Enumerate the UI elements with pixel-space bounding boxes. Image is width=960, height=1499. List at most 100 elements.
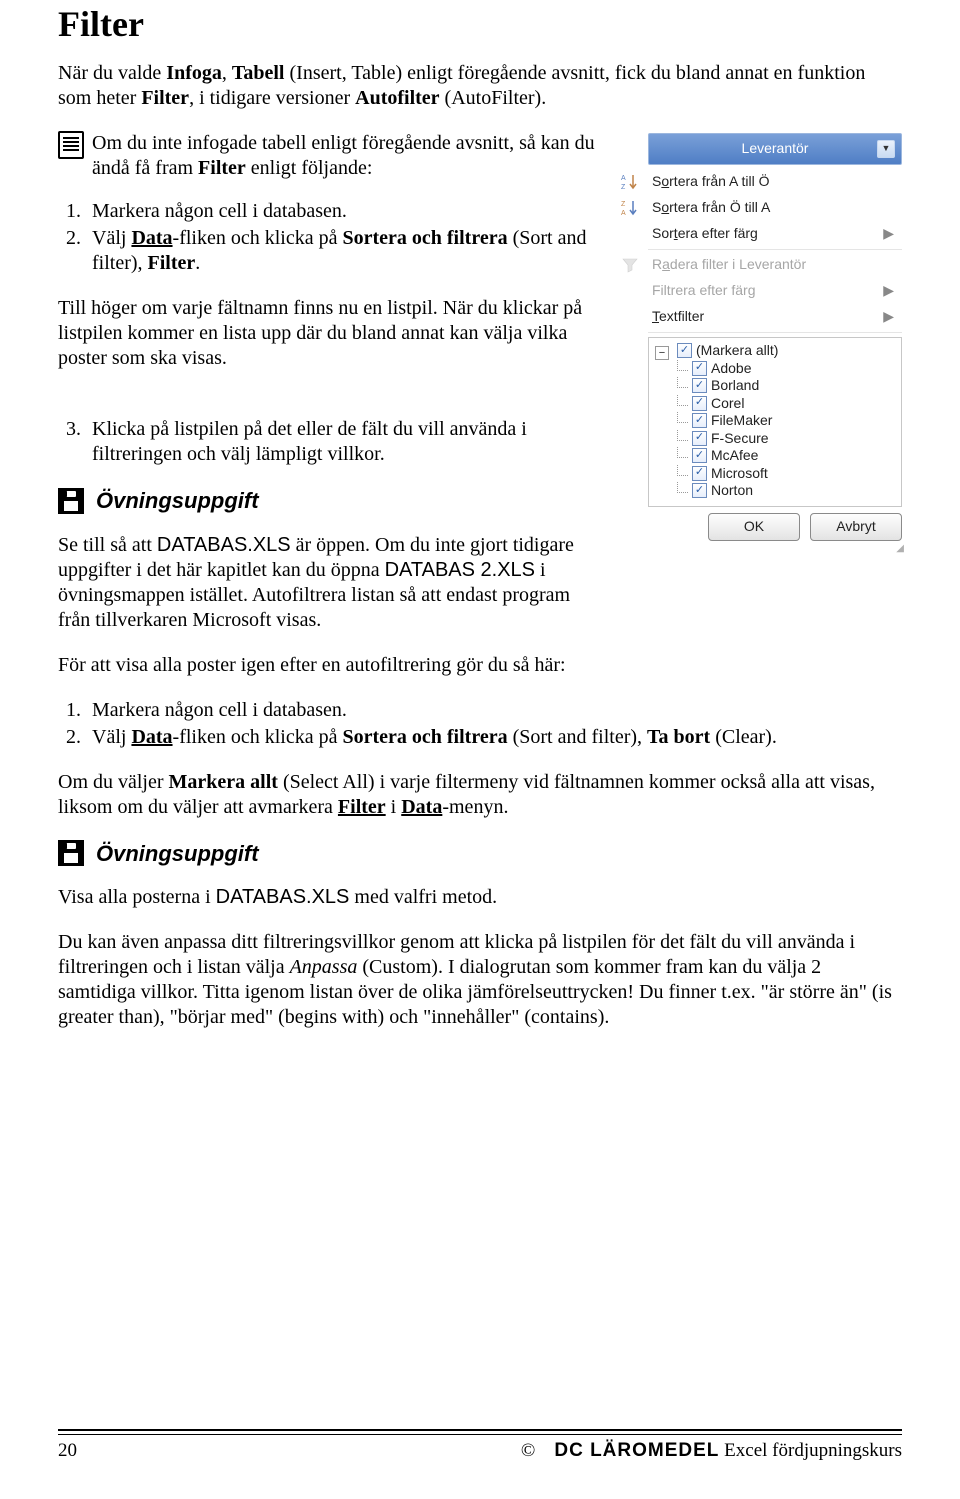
checkbox-item[interactable]: ✓ F-Secure	[673, 430, 895, 448]
text: Data	[401, 796, 442, 818]
checkbox-label: Adobe	[711, 360, 751, 378]
checkbox-item[interactable]: ✓ Adobe	[673, 360, 895, 378]
text: (Sort and filter),	[508, 726, 647, 748]
submenu-arrow-icon: ▶	[883, 282, 894, 300]
checkbox-icon[interactable]: ✓	[692, 448, 707, 463]
text: Markera någon cell i databasen.	[92, 200, 347, 222]
text: Visa alla posterna i	[58, 886, 216, 908]
exercise-heading: Övningsuppgift	[58, 840, 902, 868]
paragraph: Om du väljer Markera allt (Select All) i…	[58, 770, 902, 820]
checkbox-label: Corel	[711, 395, 744, 413]
svg-text:A: A	[621, 175, 626, 182]
text: Välj	[92, 227, 131, 249]
paragraph: Till höger om varje fältnamn finns nu en…	[58, 296, 600, 371]
text: Klicka på listpilen på det eller de fält…	[92, 418, 527, 465]
menu-item-clear-filter: Radera filter i Leverantör	[612, 252, 902, 278]
steps-list-2: Markera någon cell i databasen. Välj Dat…	[58, 698, 902, 750]
text: Sortera och filtrera	[342, 726, 507, 748]
text: Om du väljer	[58, 771, 169, 793]
exercise-heading: Övningsuppgift	[58, 487, 600, 515]
svg-text:A: A	[621, 210, 626, 217]
text: Markera allt	[169, 771, 278, 793]
column-header[interactable]: Leverantör ▼	[648, 133, 902, 165]
checkbox-select-all[interactable]: ✓ (Markera allt)	[673, 342, 895, 360]
checkbox-label: Norton	[711, 482, 753, 500]
note-icon	[58, 131, 84, 159]
tree-collapse-icon[interactable]: −	[655, 346, 669, 360]
checkbox-icon[interactable]: ✓	[692, 483, 707, 498]
sort-filter-menu: AZ Sortera från A till Ö ZA Sortera från…	[612, 169, 902, 333]
exercise-paragraph: Visa alla posterna i DATABAS.XLS med val…	[58, 885, 902, 910]
cancel-button[interactable]: Avbryt	[810, 513, 902, 541]
checkbox-icon[interactable]: ✓	[692, 396, 707, 411]
exercise-label: Övningsuppgift	[96, 487, 259, 515]
checkbox-item[interactable]: ✓ FileMaker	[673, 412, 895, 430]
menu-item-label: Filtrera efter färg	[652, 282, 875, 300]
footer-course: Excel fördjupningskurs	[719, 1440, 902, 1461]
list-item: Välj Data-fliken och klicka på Sortera o…	[86, 725, 902, 750]
text: -fliken och klicka på	[173, 227, 343, 249]
text: Filter	[148, 252, 196, 274]
checkbox-item[interactable]: ✓ McAfee	[673, 447, 895, 465]
page-footer: 20 © DC LÄROMEDEL Excel fördjupningskurs	[58, 1429, 902, 1463]
text: ,	[222, 62, 232, 84]
text: Filter	[141, 87, 189, 109]
checkbox-label: McAfee	[711, 447, 758, 465]
text: Filter	[198, 157, 246, 179]
text: Anpassa	[290, 956, 358, 978]
text: Data	[131, 726, 172, 748]
menu-item-label: Textfilter	[652, 308, 875, 326]
checkbox-label: F-Secure	[711, 430, 769, 448]
checkbox-icon[interactable]: ✓	[692, 413, 707, 428]
menu-item-sort-asc[interactable]: AZ Sortera från A till Ö	[612, 169, 902, 195]
checkbox-icon[interactable]: ✓	[692, 361, 707, 376]
text: DATABAS 2.XLS	[385, 559, 535, 581]
menu-item-sort-desc[interactable]: ZA Sortera från Ö till A	[612, 195, 902, 221]
menu-item-label: Sortera från A till Ö	[652, 173, 898, 191]
copyright-symbol: ©	[521, 1440, 535, 1461]
checkbox-label: FileMaker	[711, 412, 772, 430]
paragraph: För att visa alla poster igen efter en a…	[58, 653, 902, 678]
menu-item-text-filter[interactable]: Textfilter ▶	[612, 304, 902, 330]
tree-items: ✓ (Markera allt) ✓Adobe ✓Borland ✓Corel …	[673, 342, 895, 500]
text: Infoga	[166, 62, 222, 84]
dropdown-arrow-icon[interactable]: ▼	[877, 140, 895, 158]
checkbox-item[interactable]: ✓ Corel	[673, 395, 895, 413]
checkbox-item[interactable]: ✓ Microsoft	[673, 465, 895, 483]
list-item: Markera någon cell i databasen.	[86, 199, 600, 224]
submenu-arrow-icon: ▶	[883, 225, 894, 243]
resize-grip-icon[interactable]: ◢	[648, 543, 902, 556]
checkbox-icon[interactable]: ✓	[692, 466, 707, 481]
list-item: Markera någon cell i databasen.	[86, 698, 902, 723]
checkbox-item[interactable]: ✓ Norton	[673, 482, 895, 500]
text: DATABAS.XLS	[216, 886, 350, 908]
checkbox-icon[interactable]: ✓	[692, 431, 707, 446]
menu-item-sort-by-color[interactable]: Sortera efter färg ▶	[612, 221, 902, 247]
ok-button[interactable]: OK	[708, 513, 800, 541]
text: Autofilter	[355, 87, 439, 109]
menu-separator	[648, 332, 902, 333]
sort-desc-icon: ZA	[616, 198, 644, 218]
steps-list-1: Markera någon cell i databasen. Välj Dat…	[58, 199, 600, 276]
dialog-button-row: OK Avbryt	[648, 513, 902, 541]
checkbox-label: Microsoft	[711, 465, 768, 483]
text: , i tidigare versioner	[189, 87, 355, 109]
svg-text:Z: Z	[621, 201, 626, 208]
footer-brand: DC LÄROMEDEL	[554, 1440, 719, 1461]
page-title: Filter	[58, 0, 902, 47]
list-item: Välj Data-fliken och klicka på Sortera o…	[86, 226, 600, 276]
text: -menyn.	[442, 796, 508, 818]
text: DATABAS.XLS	[157, 534, 291, 556]
funnel-clear-icon	[616, 257, 644, 273]
checkbox-item[interactable]: ✓Borland	[673, 377, 895, 395]
text: Markera någon cell i databasen.	[92, 699, 347, 721]
text: Filter	[338, 796, 386, 818]
steps-list-1b: Klicka på listpilen på det eller de fält…	[58, 417, 600, 467]
text: med valfri metod.	[349, 886, 497, 908]
filter-checklist[interactable]: − ✓ (Markera allt) ✓ Adobe ✓Borland ✓ Core…	[648, 337, 902, 507]
text: (AutoFilter).	[440, 87, 547, 109]
checkbox-icon[interactable]: ✓	[677, 343, 692, 358]
text: enligt följande:	[246, 157, 373, 179]
text: Data	[131, 227, 172, 249]
checkbox-icon[interactable]: ✓	[692, 378, 707, 393]
